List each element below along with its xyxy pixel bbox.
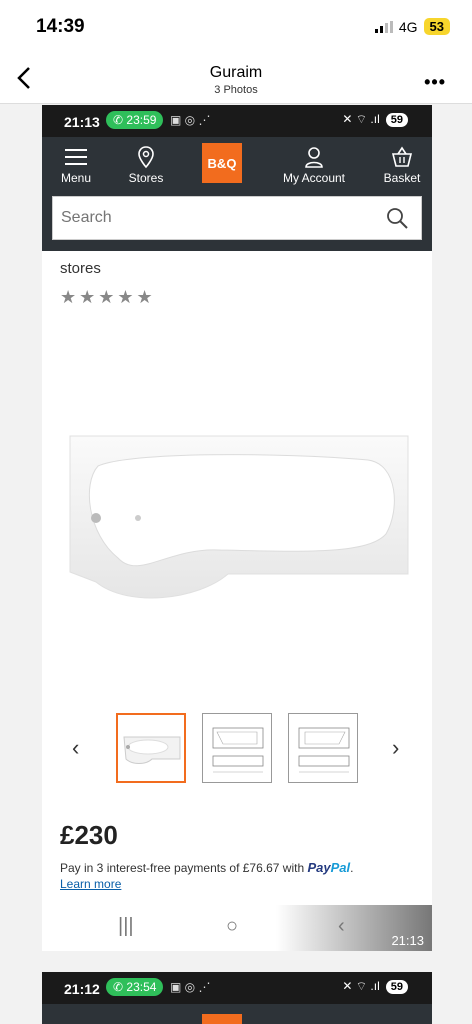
status-right: 4G 53: [374, 18, 450, 35]
thumbnail-bath-icon: [123, 736, 181, 764]
android-battery: 59: [385, 979, 408, 994]
android-status-right: ✕ ⌔ .ıl 59: [342, 112, 408, 127]
android-battery: 59: [385, 112, 408, 127]
back-nav-icon[interactable]: ‹: [338, 915, 345, 938]
notification-icons: ▣ ◎ ⋰: [170, 113, 211, 127]
more-options-icon[interactable]: •••: [424, 72, 446, 93]
thumbnail-1[interactable]: [116, 713, 186, 783]
bq-logo-partial: [202, 1014, 242, 1024]
basket-icon: [380, 145, 424, 169]
nav-basket-label: Basket: [383, 171, 421, 185]
android-nav-bar: ||| ○ ‹ 21:13: [42, 905, 432, 951]
technical-drawing-icon: [298, 727, 350, 773]
nav-stores[interactable]: Stores: [124, 145, 168, 185]
battery-icon: 53: [423, 18, 450, 35]
menu-icon: [56, 145, 96, 169]
screenshot-photo[interactable]: 21:13 ✆ 23:59 ▣ ◎ ⋰ ✕ ⌔ .ıl 59 Menu Stor…: [42, 105, 432, 951]
search-box: [52, 196, 422, 240]
technical-drawing-icon: [212, 727, 264, 773]
thumbnail-3[interactable]: [288, 713, 358, 783]
android-time: 21:12: [64, 981, 100, 997]
wifi-signal-icon: ✕ ⌔ .ıl: [342, 979, 380, 993]
paypal-message: Pay in 3 interest-free payments of £76.6…: [60, 860, 354, 875]
screenshot-timestamp: 21:13: [391, 933, 424, 948]
thumbnail-carousel: ‹ ›: [42, 713, 432, 783]
network-label: 4G: [398, 18, 418, 35]
android-status-bar: 21:13 ✆ 23:59 ▣ ◎ ⋰ ✕ ⌔ .ıl 59: [42, 105, 432, 137]
thumbnail-2[interactable]: [202, 713, 272, 783]
call-timer: 23:59: [126, 113, 157, 127]
next-arrow-icon[interactable]: ›: [392, 735, 399, 761]
photo-viewer-header: Guraim 3 Photos •••: [0, 56, 472, 104]
nav-account-label: My Account: [282, 171, 346, 185]
bq-logo[interactable]: B&Q: [202, 143, 242, 183]
call-timer-pill: ✆ 23:54: [106, 978, 164, 996]
wifi-signal-icon: ✕ ⌔ .ıl: [342, 112, 380, 126]
home-icon[interactable]: ○: [226, 915, 238, 938]
android-status-right: ✕ ⌔ .ıl 59: [342, 979, 408, 994]
viewer-title: Guraim: [209, 64, 263, 81]
search-input[interactable]: [53, 197, 373, 239]
paypal-logo: PayPal: [307, 860, 351, 875]
search-icon[interactable]: [385, 206, 409, 230]
nav-menu[interactable]: Menu: [56, 145, 96, 185]
location-pin-icon: [124, 145, 168, 169]
product-image-bath: [69, 435, 409, 599]
android-status-bar: 21:12 ✆ 23:54 ▣ ◎ ⋰ ✕ ⌔ .ıl 59: [42, 972, 432, 1004]
nav-basket[interactable]: Basket: [380, 145, 424, 185]
learn-more-link[interactable]: Learn more: [60, 877, 121, 891]
status-time: 14:39: [36, 16, 85, 37]
screenshot-photo[interactable]: 21:12 ✆ 23:54 ▣ ◎ ⋰ ✕ ⌔ .ıl 59: [42, 972, 432, 1024]
ios-status-bar: 14:39 4G 53: [0, 0, 472, 56]
signal-icon: [374, 20, 393, 33]
recents-icon[interactable]: |||: [118, 915, 134, 938]
product-price: £230: [60, 820, 118, 850]
prev-arrow-icon[interactable]: ‹: [72, 735, 79, 761]
call-timer-pill: ✆ 23:59: [106, 111, 164, 129]
paypal-text: Pay in 3 interest-free payments of £76.6…: [60, 861, 305, 875]
bq-navbar: [42, 1004, 432, 1024]
nav-menu-label: Menu: [60, 171, 92, 185]
notification-icons: ▣ ◎ ⋰: [170, 980, 211, 994]
nav-account[interactable]: My Account: [276, 145, 352, 185]
viewer-subtitle: 3 Photos: [214, 84, 258, 96]
nav-stores-label: Stores: [128, 171, 164, 185]
rating-stars: ★★★★★: [60, 287, 156, 307]
android-time: 21:13: [64, 114, 100, 130]
search-bar: [42, 193, 432, 251]
user-icon: [276, 145, 352, 169]
bq-navbar: Menu Stores B&Q My Account Basket: [42, 137, 432, 193]
call-timer: 23:54: [126, 980, 157, 994]
stores-text: stores: [60, 260, 101, 277]
